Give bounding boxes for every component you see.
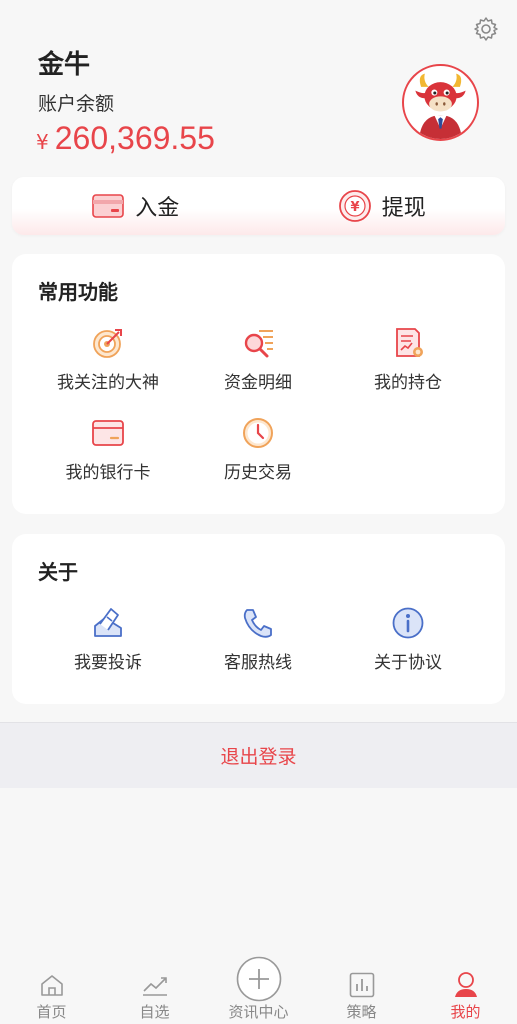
tab-watchlist-label: 自选 xyxy=(139,1003,170,1021)
my-positions-item[interactable]: 我的持仓 xyxy=(326,326,490,393)
plus-circle-icon xyxy=(236,956,281,1002)
trade-history-label: 历史交易 xyxy=(224,463,292,483)
target-icon xyxy=(93,329,122,358)
deposit-button[interactable]: 入金 xyxy=(12,177,259,235)
balance-amount: 260,369.55 xyxy=(54,120,215,156)
tab-news-center[interactable]: 资讯中心 xyxy=(207,956,310,1024)
bull-mascot-icon xyxy=(404,66,477,139)
logout-label: 退出登录 xyxy=(220,746,297,768)
common-functions-card: 常用功能 我关注的大神 资金明细 我的持仓 我的银行卡 历史交易 xyxy=(12,254,505,514)
tab-strategy-label: 策略 xyxy=(346,1003,377,1021)
bank-cards-item[interactable]: 我的银行卡 xyxy=(26,416,190,483)
user-name: 金牛 xyxy=(38,50,91,80)
search-list-icon xyxy=(244,330,273,358)
common-functions-title: 常用功能 xyxy=(38,280,118,304)
withdraw-label: 提现 xyxy=(381,196,426,221)
home-icon xyxy=(40,975,63,996)
tab-home[interactable]: 首页 xyxy=(0,960,103,1024)
svg-text:¥: ¥ xyxy=(350,200,359,215)
avatar[interactable] xyxy=(402,64,479,141)
followed-masters-label: 我关注的大神 xyxy=(57,373,159,393)
bank-cards-label: 我的银行卡 xyxy=(65,463,151,483)
tab-mine-label: 我的 xyxy=(450,1003,481,1021)
about-card: 关于 我要投诉 客服热线 关于协议 xyxy=(12,534,505,704)
fund-actions-card: 入金 ¥ 提现 xyxy=(12,177,505,235)
tab-news-center-label: 资讯中心 xyxy=(228,1003,289,1021)
bottom-tab-bar: 首页 自选 资讯中心 策略 我的 xyxy=(0,956,517,1024)
fund-details-item[interactable]: 资金明细 xyxy=(176,326,340,393)
info-icon xyxy=(392,607,424,639)
clock-icon xyxy=(243,418,273,448)
card-deposit-icon xyxy=(92,194,125,218)
yen-coin-icon: ¥ xyxy=(338,190,371,222)
withdraw-button[interactable]: ¥ 提现 xyxy=(259,177,506,235)
phone-icon xyxy=(243,609,272,638)
currency-symbol: ¥ xyxy=(36,130,49,154)
tab-strategy[interactable]: 策略 xyxy=(310,960,413,1024)
chart-line-icon xyxy=(142,977,167,996)
about-title: 关于 xyxy=(38,560,78,584)
tab-watchlist[interactable]: 自选 xyxy=(103,960,206,1024)
agreement-label: 关于协议 xyxy=(374,653,442,673)
complaint-icon xyxy=(94,608,122,637)
complaint-item[interactable]: 我要投诉 xyxy=(26,606,190,673)
trade-history-item[interactable]: 历史交易 xyxy=(176,416,340,483)
balance-label: 账户余额 xyxy=(38,93,115,115)
tab-home-label: 首页 xyxy=(36,1003,67,1021)
agreement-item[interactable]: 关于协议 xyxy=(326,606,490,673)
logout-button[interactable]: 退出登录 xyxy=(0,722,517,788)
tab-mine[interactable]: 我的 xyxy=(414,960,517,1024)
my-positions-label: 我的持仓 xyxy=(374,373,442,393)
complaint-label: 我要投诉 xyxy=(74,653,142,673)
hotline-item[interactable]: 客服热线 xyxy=(176,606,340,673)
followed-masters-item[interactable]: 我关注的大神 xyxy=(26,326,190,393)
bar-chart-icon xyxy=(349,972,374,998)
profile-header: 金牛 账户余额 ¥ 260,369.55 xyxy=(0,0,517,170)
person-icon xyxy=(454,972,477,997)
hotline-label: 客服热线 xyxy=(224,653,292,673)
account-balance: ¥ 260,369.55 xyxy=(36,120,215,157)
bank-card-icon xyxy=(92,420,124,446)
fund-details-label: 资金明细 xyxy=(224,373,292,393)
position-doc-icon xyxy=(396,328,423,357)
deposit-label: 入金 xyxy=(135,196,180,221)
gear-icon[interactable] xyxy=(473,16,499,42)
